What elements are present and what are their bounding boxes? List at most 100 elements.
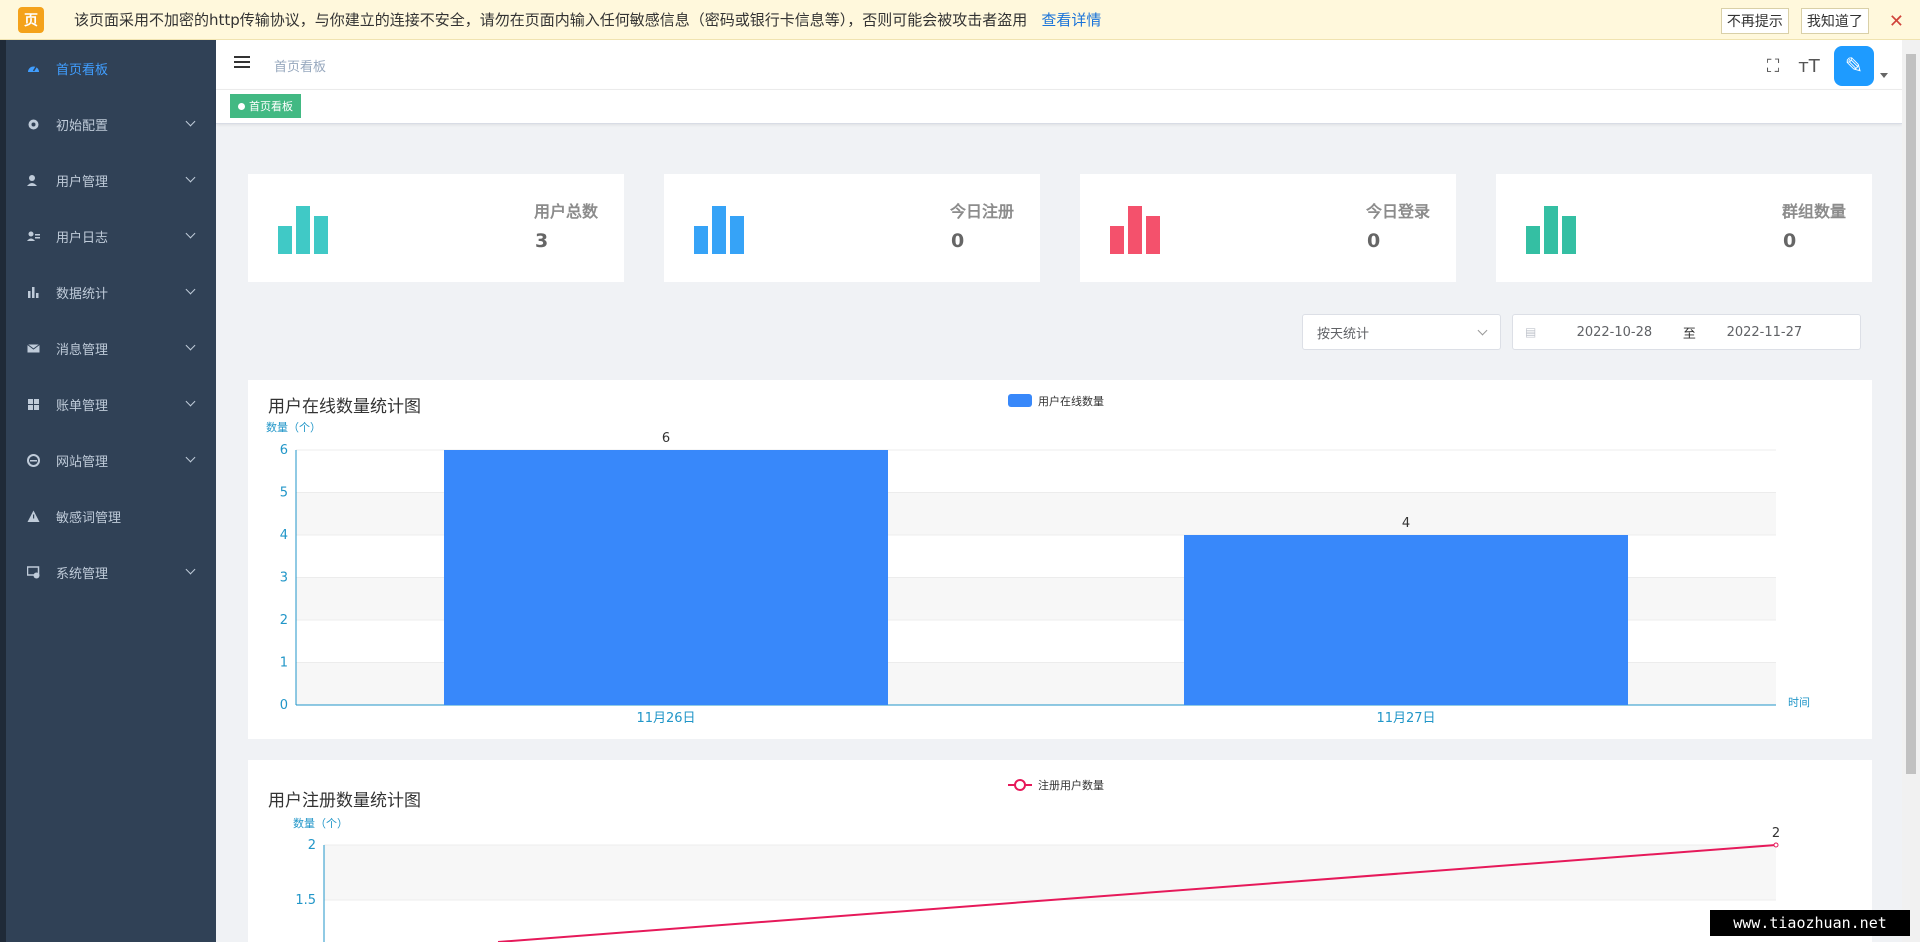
data-point[interactable] xyxy=(1773,842,1779,848)
avatar-glyph-icon: ✎ xyxy=(1844,53,1864,79)
chevron-down-icon xyxy=(185,396,196,407)
stat-card-label: 今日登录 xyxy=(1365,202,1430,221)
sidebar-item-system[interactable]: 系统管理 xyxy=(6,544,216,600)
chevron-down-icon xyxy=(185,452,196,463)
stat-card-label: 今日注册 xyxy=(949,202,1014,221)
got-it-button[interactable]: 我知道了 xyxy=(1800,8,1869,34)
sidebar-item-billing[interactable]: 账单管理 xyxy=(6,376,216,432)
chevron-down-icon xyxy=(185,172,196,183)
bar-chart-icon xyxy=(1526,204,1576,254)
y-tick-label: 1.5 xyxy=(295,893,316,908)
date-separator: 至 xyxy=(1682,326,1696,342)
chevron-down-icon xyxy=(185,228,196,239)
font-size-icon[interactable]: тT xyxy=(1798,56,1820,77)
stat-card-group-count[interactable]: 群组数量 0 xyxy=(1496,174,1872,282)
sidebar-item-label: 账单管理 xyxy=(56,398,109,414)
bar-chart-icon xyxy=(278,204,328,254)
bar-value-label: 6 xyxy=(662,431,670,446)
stat-card-value: 0 xyxy=(1367,230,1381,252)
tag-dashboard[interactable]: 首页看板 xyxy=(230,94,301,118)
scrollbar-thumb[interactable] xyxy=(1906,54,1916,774)
hamburger-menu-icon[interactable] xyxy=(234,56,250,70)
page-scrollbar[interactable] xyxy=(1902,40,1920,942)
avatar[interactable]: ✎ xyxy=(1834,46,1874,86)
sidebar-item-messages[interactable]: 消息管理 xyxy=(6,320,216,376)
stat-card-label: 群组数量 xyxy=(1781,202,1846,221)
y-tick-label: 6 xyxy=(280,443,288,458)
security-warning-banner: 页 该页面采用不加密的http传输协议，与你建立的连接不安全，请勿在页面内输入任… xyxy=(0,0,1920,40)
legend-marker[interactable] xyxy=(1014,779,1026,791)
breadcrumb[interactable]: 首页看板 xyxy=(274,56,326,75)
sidebar-item-label: 首页看板 xyxy=(56,62,109,78)
online-users-chart-panel: 用户在线数量统计图 用户在线数量 数量（个） 时间 0123456 6 11月26… xyxy=(248,380,1872,739)
date-range-picker[interactable]: ▤ 2022-10-28 至 2022-11-27 xyxy=(1512,314,1861,350)
bar-value-label: 4 xyxy=(1402,516,1410,531)
online-users-bar-chart: 用户在线数量 数量（个） 时间 0 1 2 3 4 5 6 6 11月26日 4 11月27日 xyxy=(266,394,1810,726)
banner-actions: 不再提示 我知道了 ✕ xyxy=(1720,8,1904,34)
sidebar-item-dashboard[interactable]: 首页看板 xyxy=(6,40,216,96)
stat-card-value: 0 xyxy=(1783,230,1797,252)
sidebar-item-label: 敏感词管理 xyxy=(56,510,122,526)
sidebar: 首页看板 初始配置 用户管理 用户日志 数据统计 消息管理 账单管理 网站管理 … xyxy=(6,40,216,942)
no-remind-button[interactable]: 不再提示 xyxy=(1720,8,1789,34)
stat-card-today-login[interactable]: 今日登录 0 xyxy=(1080,174,1456,282)
banner-text: 该页面采用不加密的http传输协议，与你建立的连接不安全，请勿在页面内输入任何敏… xyxy=(74,11,1028,29)
end-date-input[interactable]: 2022-11-27 xyxy=(1704,325,1824,340)
sidebar-item-label: 数据统计 xyxy=(56,286,109,302)
bar[interactable] xyxy=(1184,535,1628,705)
tag-label: 首页看板 xyxy=(249,100,293,113)
stat-mode-select[interactable]: 按天统计 xyxy=(1302,314,1501,350)
legend-label[interactable]: 用户在线数量 xyxy=(1038,394,1104,408)
banner-details-link[interactable]: 查看详情 xyxy=(1041,9,1101,30)
top-navbar: 首页看板 ⛶ тT ✎ xyxy=(216,40,1902,90)
sidebar-item-user-log[interactable]: 用户日志 xyxy=(6,208,216,264)
sidebar-item-website[interactable]: 网站管理 xyxy=(6,432,216,488)
mail-icon xyxy=(26,341,40,355)
legend-label[interactable]: 注册用户数量 xyxy=(1038,778,1104,792)
y-tick-label: 2 xyxy=(308,838,316,853)
y-tick-label: 1 xyxy=(280,656,288,671)
stat-card-total-users[interactable]: 用户总数 3 xyxy=(248,174,624,282)
legend-swatch[interactable] xyxy=(1008,394,1032,407)
grid-icon xyxy=(26,397,40,411)
sidebar-item-sensitive-words[interactable]: 敏感词管理 xyxy=(6,488,216,544)
close-icon[interactable]: ✕ xyxy=(1889,11,1904,32)
sidebar-item-label: 用户日志 xyxy=(56,230,109,246)
system-icon xyxy=(26,565,40,579)
y-tick-label: 2 xyxy=(280,613,288,628)
user-log-icon xyxy=(26,229,40,243)
stat-card-today-register[interactable]: 今日注册 0 xyxy=(664,174,1040,282)
dashboard-icon xyxy=(26,61,40,75)
bar-chart-icon xyxy=(1110,204,1160,254)
x-tick-label: 11月27日 xyxy=(1376,711,1435,726)
browser-logo-icon: 页 xyxy=(18,6,44,33)
point-value-label: 2 xyxy=(1772,826,1780,841)
start-date-input[interactable]: 2022-10-28 xyxy=(1554,325,1674,340)
y-axis-label: 数量（个） xyxy=(266,421,321,434)
sidebar-item-user-management[interactable]: 用户管理 xyxy=(6,152,216,208)
fullscreen-icon[interactable]: ⛶ xyxy=(1762,56,1784,77)
bar-chart-icon xyxy=(26,285,40,299)
navbar-actions: ⛶ тT ✎ xyxy=(1762,46,1888,86)
bar[interactable] xyxy=(444,450,888,705)
register-users-line-chart: 注册用户数量 数量（个） 2 1.5 2 xyxy=(293,778,1780,942)
sidebar-item-label: 消息管理 xyxy=(56,342,109,358)
grid-band xyxy=(324,845,1776,900)
y-tick-label: 3 xyxy=(280,571,288,586)
tag-dot-icon xyxy=(238,102,245,110)
y-tick-label: 5 xyxy=(280,486,288,501)
sidebar-item-label: 初始配置 xyxy=(56,118,109,134)
bar-chart-icon xyxy=(694,204,744,254)
y-tick-label: 0 xyxy=(280,698,288,713)
sidebar-item-init-config[interactable]: 初始配置 xyxy=(6,96,216,152)
sidebar-item-data-stats[interactable]: 数据统计 xyxy=(6,264,216,320)
browser-icon xyxy=(26,453,40,467)
y-tick-label: 4 xyxy=(280,528,288,543)
stat-card-value: 0 xyxy=(951,230,965,252)
sidebar-item-label: 网站管理 xyxy=(56,454,109,470)
caret-down-icon[interactable] xyxy=(1880,72,1888,78)
chevron-down-icon xyxy=(185,116,196,127)
chevron-down-icon xyxy=(185,564,196,575)
calendar-icon: ▤ xyxy=(1525,325,1537,339)
y-axis-label: 数量（个） xyxy=(293,817,348,830)
